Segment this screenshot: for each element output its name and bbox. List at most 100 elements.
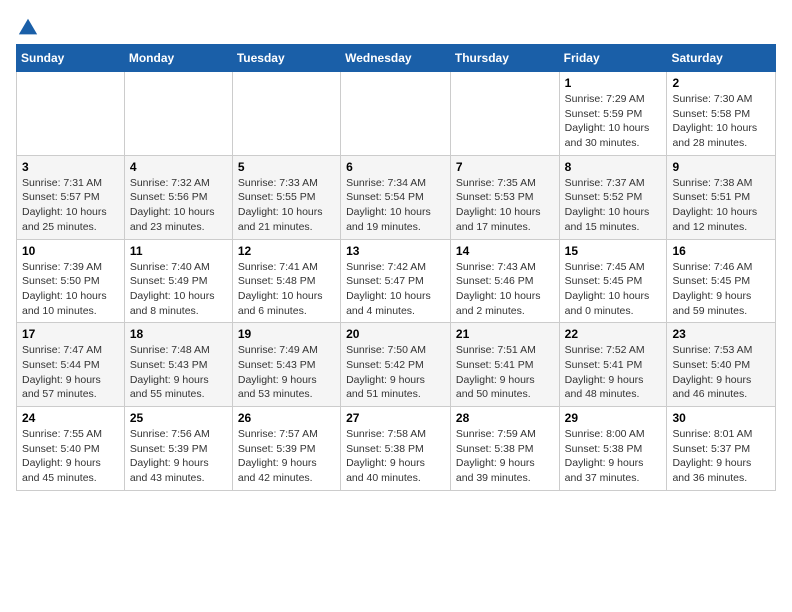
- calendar-week-5: 24 Sunrise: 7:55 AM Sunset: 5:40 PM Dayli…: [17, 407, 776, 491]
- day-info: Sunrise: 7:32 AM Sunset: 5:56 PM Dayligh…: [130, 176, 227, 235]
- weekday-header-thursday: Thursday: [450, 45, 559, 72]
- calendar-header: SundayMondayTuesdayWednesdayThursdayFrid…: [17, 45, 776, 72]
- day-number: 29: [565, 411, 662, 425]
- calendar-cell: 3Sunrise: 7:31 AM Sunset: 5:57 PM Daylig…: [17, 155, 125, 239]
- logo: [16, 16, 39, 34]
- day-info: Sunrise: 7:49 AM Sunset: 5:43 PM Dayligh…: [238, 343, 335, 402]
- calendar-cell: 7 Sunrise: 7:35 AM Sunset: 5:53 PM Daylig…: [450, 155, 559, 239]
- day-number: 6: [346, 160, 445, 174]
- calendar-cell: 8 Sunrise: 7:37 AM Sunset: 5:52 PM Daylig…: [559, 155, 667, 239]
- page-header: [16, 16, 776, 34]
- day-number: 2: [672, 76, 770, 90]
- calendar-cell: [124, 72, 232, 156]
- day-number: 23: [672, 327, 770, 341]
- day-info: Sunrise: 8:01 AM Sunset: 5:37 PM Dayligh…: [672, 427, 770, 486]
- day-info: Sunrise: 7:31 AM Sunset: 5:57 PM Dayligh…: [22, 176, 119, 235]
- day-info: Sunrise: 7:33 AM Sunset: 5:55 PM Dayligh…: [238, 176, 335, 235]
- calendar-cell: 30 Sunrise: 8:01 AM Sunset: 5:37 PM Dayli…: [667, 407, 776, 491]
- day-info: Sunrise: 7:45 AM Sunset: 5:45 PM Dayligh…: [565, 260, 662, 319]
- day-number: 10: [22, 244, 119, 258]
- calendar-cell: 29 Sunrise: 8:00 AM Sunset: 5:38 PM Dayli…: [559, 407, 667, 491]
- day-number: 27: [346, 411, 445, 425]
- day-info: Sunrise: 7:52 AM Sunset: 5:41 PM Dayligh…: [565, 343, 662, 402]
- calendar-cell: 12 Sunrise: 7:41 AM Sunset: 5:48 PM Dayli…: [232, 239, 340, 323]
- weekday-header-wednesday: Wednesday: [341, 45, 451, 72]
- day-info: Sunrise: 7:53 AM Sunset: 5:40 PM Dayligh…: [672, 343, 770, 402]
- calendar-cell: 20 Sunrise: 7:50 AM Sunset: 5:42 PM Dayli…: [341, 323, 451, 407]
- calendar-cell: 2 Sunrise: 7:30 AM Sunset: 5:58 PM Daylig…: [667, 72, 776, 156]
- calendar-cell: 10 Sunrise: 7:39 AM Sunset: 5:50 PM Dayli…: [17, 239, 125, 323]
- day-info: Sunrise: 7:55 AM Sunset: 5:40 PM Dayligh…: [22, 427, 119, 486]
- day-info: Sunrise: 7:34 AM Sunset: 5:54 PM Dayligh…: [346, 176, 445, 235]
- day-number: 19: [238, 327, 335, 341]
- day-number: 16: [672, 244, 770, 258]
- calendar-cell: 13 Sunrise: 7:42 AM Sunset: 5:47 PM Dayli…: [341, 239, 451, 323]
- day-info: Sunrise: 7:46 AM Sunset: 5:45 PM Dayligh…: [672, 260, 770, 319]
- day-number: 4: [130, 160, 227, 174]
- calendar-cell: 21 Sunrise: 7:51 AM Sunset: 5:41 PM Dayli…: [450, 323, 559, 407]
- day-info: Sunrise: 7:43 AM Sunset: 5:46 PM Dayligh…: [456, 260, 554, 319]
- calendar-cell: 28 Sunrise: 7:59 AM Sunset: 5:38 PM Dayli…: [450, 407, 559, 491]
- day-number: 17: [22, 327, 119, 341]
- day-number: 12: [238, 244, 335, 258]
- day-info: Sunrise: 7:37 AM Sunset: 5:52 PM Dayligh…: [565, 176, 662, 235]
- day-info: Sunrise: 7:57 AM Sunset: 5:39 PM Dayligh…: [238, 427, 335, 486]
- day-info: Sunrise: 7:56 AM Sunset: 5:39 PM Dayligh…: [130, 427, 227, 486]
- day-number: 5: [238, 160, 335, 174]
- weekday-header-sunday: Sunday: [17, 45, 125, 72]
- calendar-cell: 25 Sunrise: 7:56 AM Sunset: 5:39 PM Dayli…: [124, 407, 232, 491]
- day-number: 26: [238, 411, 335, 425]
- day-number: 11: [130, 244, 227, 258]
- day-number: 14: [456, 244, 554, 258]
- calendar-cell: 11 Sunrise: 7:40 AM Sunset: 5:49 PM Dayli…: [124, 239, 232, 323]
- calendar-cell: 4 Sunrise: 7:32 AM Sunset: 5:56 PM Daylig…: [124, 155, 232, 239]
- day-info: Sunrise: 8:00 AM Sunset: 5:38 PM Dayligh…: [565, 427, 662, 486]
- day-info: Sunrise: 7:59 AM Sunset: 5:38 PM Dayligh…: [456, 427, 554, 486]
- day-number: 20: [346, 327, 445, 341]
- day-info: Sunrise: 7:39 AM Sunset: 5:50 PM Dayligh…: [22, 260, 119, 319]
- day-info: Sunrise: 7:35 AM Sunset: 5:53 PM Dayligh…: [456, 176, 554, 235]
- calendar-week-4: 17 Sunrise: 7:47 AM Sunset: 5:44 PM Dayli…: [17, 323, 776, 407]
- weekday-header-saturday: Saturday: [667, 45, 776, 72]
- day-info: Sunrise: 7:47 AM Sunset: 5:44 PM Dayligh…: [22, 343, 119, 402]
- day-info: Sunrise: 7:29 AM Sunset: 5:59 PM Dayligh…: [565, 92, 662, 151]
- day-number: 30: [672, 411, 770, 425]
- calendar-cell: 1Sunrise: 7:29 AM Sunset: 5:59 PM Daylig…: [559, 72, 667, 156]
- calendar-cell: 15 Sunrise: 7:45 AM Sunset: 5:45 PM Dayli…: [559, 239, 667, 323]
- calendar-week-1: 1Sunrise: 7:29 AM Sunset: 5:59 PM Daylig…: [17, 72, 776, 156]
- day-info: Sunrise: 7:40 AM Sunset: 5:49 PM Dayligh…: [130, 260, 227, 319]
- day-number: 8: [565, 160, 662, 174]
- day-info: Sunrise: 7:50 AM Sunset: 5:42 PM Dayligh…: [346, 343, 445, 402]
- calendar-body: 1Sunrise: 7:29 AM Sunset: 5:59 PM Daylig…: [17, 72, 776, 491]
- day-info: Sunrise: 7:58 AM Sunset: 5:38 PM Dayligh…: [346, 427, 445, 486]
- calendar-cell: 16 Sunrise: 7:46 AM Sunset: 5:45 PM Dayli…: [667, 239, 776, 323]
- calendar-cell: 6 Sunrise: 7:34 AM Sunset: 5:54 PM Daylig…: [341, 155, 451, 239]
- calendar-cell: 17 Sunrise: 7:47 AM Sunset: 5:44 PM Dayli…: [17, 323, 125, 407]
- day-number: 13: [346, 244, 445, 258]
- calendar-week-3: 10 Sunrise: 7:39 AM Sunset: 5:50 PM Dayli…: [17, 239, 776, 323]
- day-number: 28: [456, 411, 554, 425]
- calendar-cell: 22 Sunrise: 7:52 AM Sunset: 5:41 PM Dayli…: [559, 323, 667, 407]
- calendar-cell: 9Sunrise: 7:38 AM Sunset: 5:51 PM Daylig…: [667, 155, 776, 239]
- weekday-header-monday: Monday: [124, 45, 232, 72]
- day-info: Sunrise: 7:30 AM Sunset: 5:58 PM Dayligh…: [672, 92, 770, 151]
- day-info: Sunrise: 7:48 AM Sunset: 5:43 PM Dayligh…: [130, 343, 227, 402]
- weekday-header-friday: Friday: [559, 45, 667, 72]
- calendar-cell: [232, 72, 340, 156]
- logo-icon: [17, 16, 39, 38]
- day-number: 22: [565, 327, 662, 341]
- calendar-cell: 27 Sunrise: 7:58 AM Sunset: 5:38 PM Dayli…: [341, 407, 451, 491]
- day-number: 24: [22, 411, 119, 425]
- calendar-cell: 24 Sunrise: 7:55 AM Sunset: 5:40 PM Dayli…: [17, 407, 125, 491]
- day-info: Sunrise: 7:51 AM Sunset: 5:41 PM Dayligh…: [456, 343, 554, 402]
- calendar-cell: 23 Sunrise: 7:53 AM Sunset: 5:40 PM Dayli…: [667, 323, 776, 407]
- day-info: Sunrise: 7:41 AM Sunset: 5:48 PM Dayligh…: [238, 260, 335, 319]
- day-number: 15: [565, 244, 662, 258]
- day-number: 25: [130, 411, 227, 425]
- calendar-cell: 19 Sunrise: 7:49 AM Sunset: 5:43 PM Dayli…: [232, 323, 340, 407]
- day-number: 21: [456, 327, 554, 341]
- day-info: Sunrise: 7:42 AM Sunset: 5:47 PM Dayligh…: [346, 260, 445, 319]
- calendar-cell: 18Sunrise: 7:48 AM Sunset: 5:43 PM Dayli…: [124, 323, 232, 407]
- calendar-cell: 14 Sunrise: 7:43 AM Sunset: 5:46 PM Dayli…: [450, 239, 559, 323]
- day-number: 7: [456, 160, 554, 174]
